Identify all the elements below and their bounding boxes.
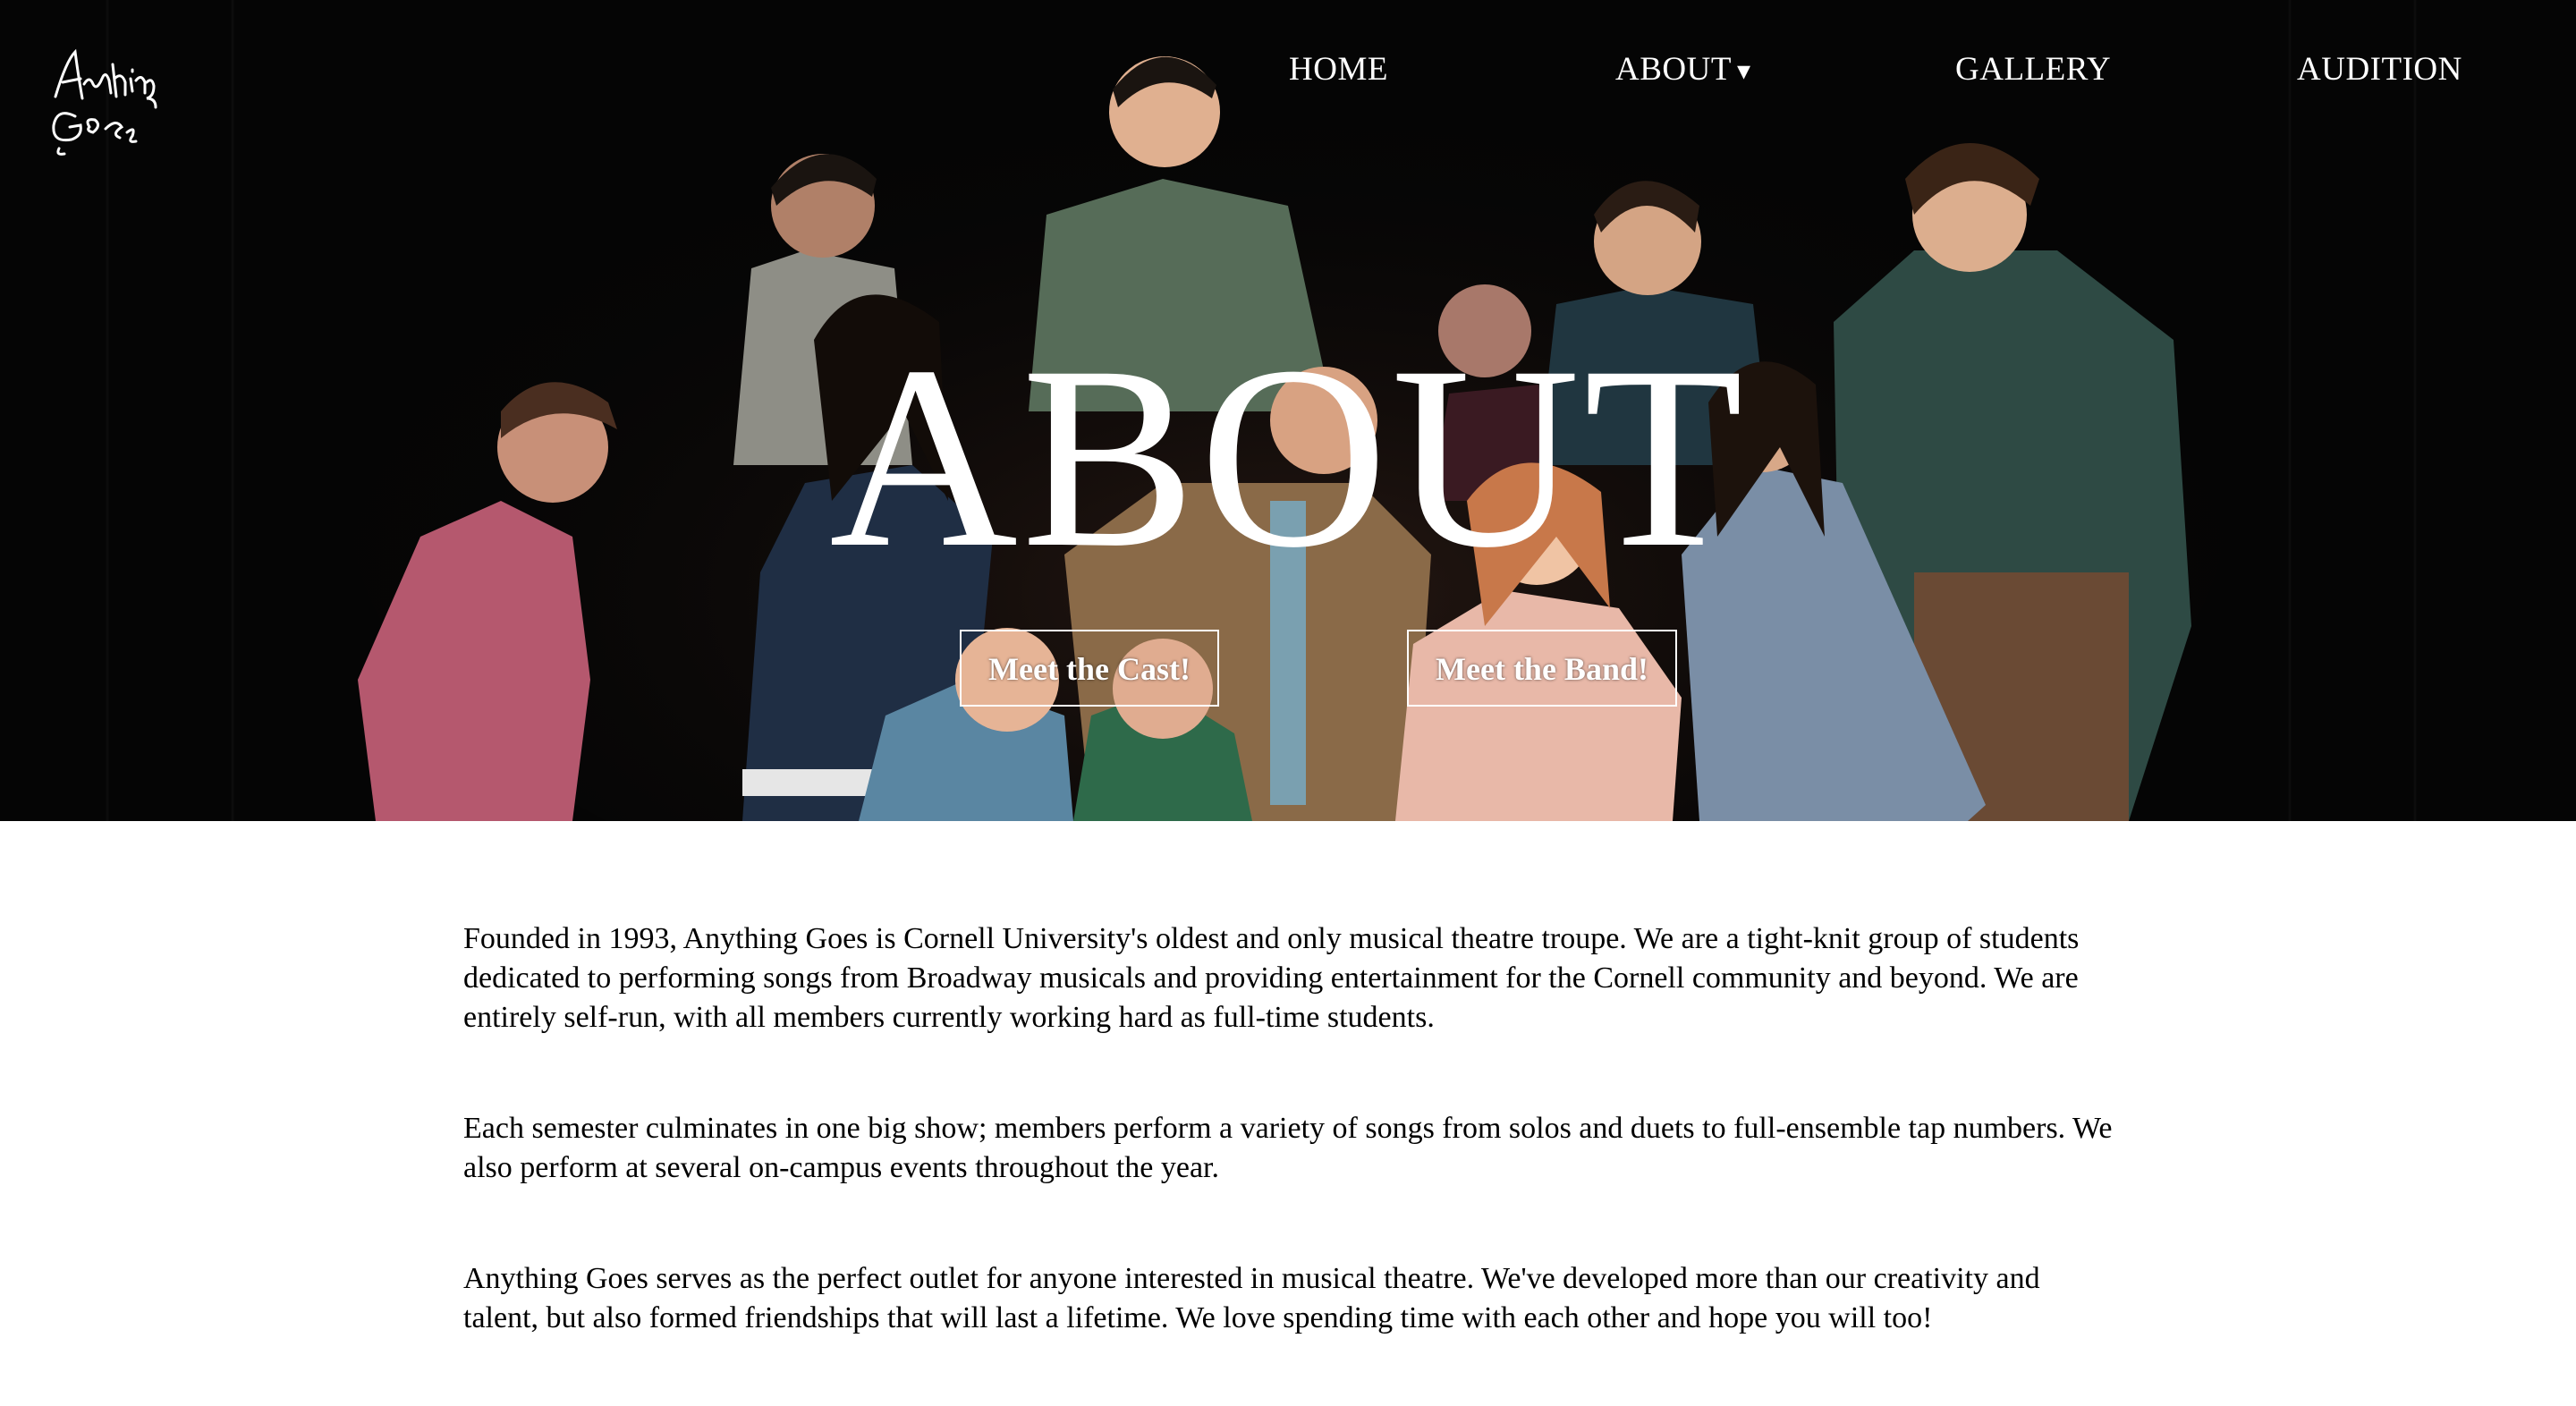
meet-the-cast-button[interactable]: Meet the Cast! (960, 630, 1219, 707)
about-paragraph-history: Founded in 1993, Anything Goes is Cornel… (463, 922, 2080, 1034)
about-paragraph-shows: Each semester culminates in one big show… (463, 1112, 2113, 1184)
nav-about-label: ABOUT (1615, 51, 1732, 88)
nav-audition[interactable]: AUDITION (2297, 50, 2462, 89)
nav-home[interactable]: HOME (1289, 50, 1388, 89)
about-content: Founded in 1993, Anything Goes is Cornel… (463, 919, 2118, 1338)
nav-about[interactable]: ABOUT ▾ (1615, 50, 1751, 89)
main-nav: HOME ABOUT ▾ GALLERY AUDITION (0, 50, 2576, 95)
nav-gallery[interactable]: GALLERY (1955, 50, 2111, 89)
meet-the-band-button[interactable]: Meet the Band! (1407, 630, 1677, 707)
about-paragraph-community: Anything Goes serves as the perfect outl… (463, 1262, 2040, 1334)
caret-down-icon: ▾ (1736, 56, 1751, 86)
hero-banner: HOME ABOUT ▾ GALLERY AUDITION ABOUT Meet … (0, 0, 2576, 821)
page-title: ABOUT (829, 313, 1747, 602)
